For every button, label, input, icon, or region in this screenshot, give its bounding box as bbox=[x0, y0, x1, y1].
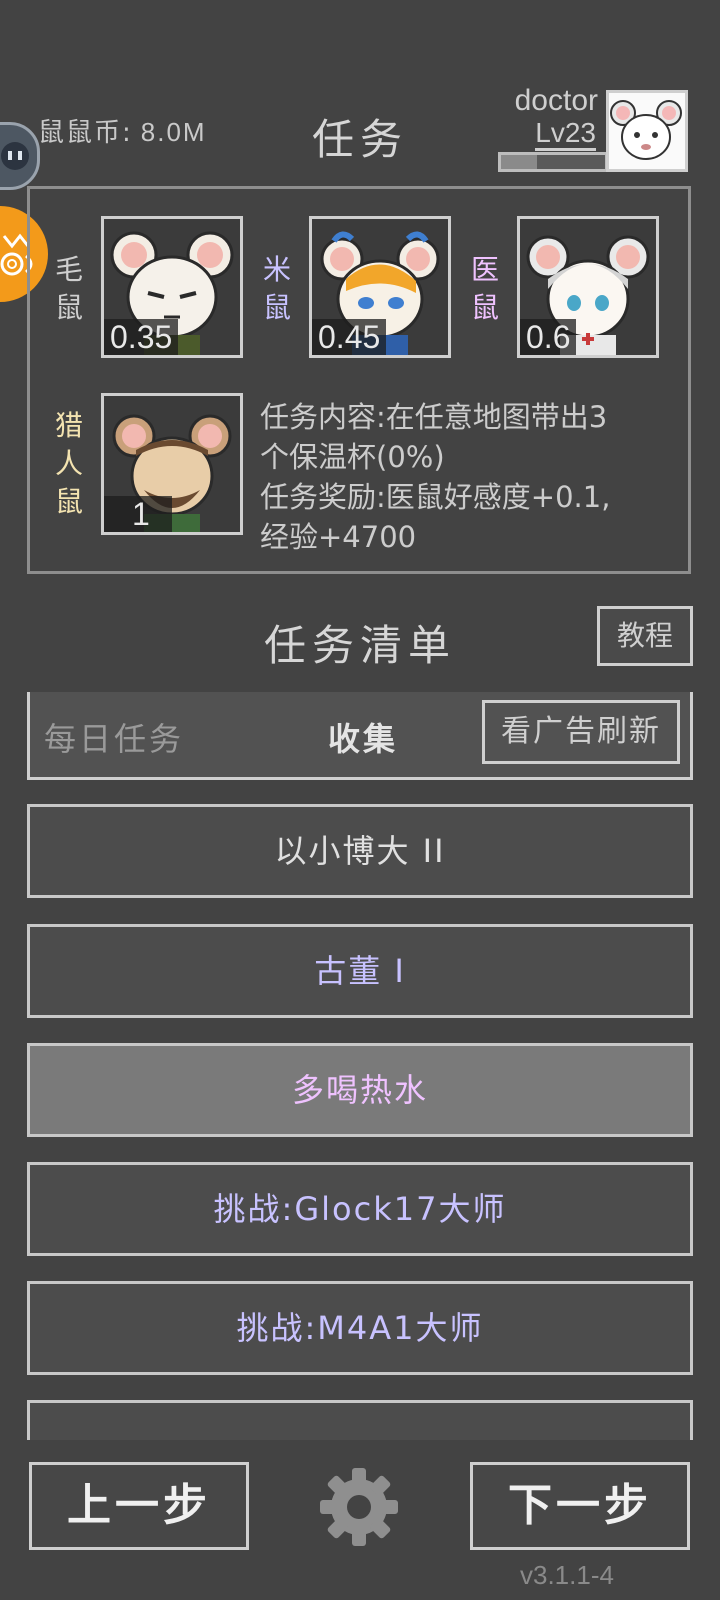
task-item-selected[interactable]: 多喝热水 bbox=[27, 1043, 693, 1137]
white-rat-avatar-icon bbox=[609, 93, 685, 169]
xp-fill bbox=[501, 155, 538, 169]
version-label: v3.1.1-4 bbox=[520, 1560, 614, 1590]
task-panel: 毛鼠 0.35 米鼠 0.45 医 鼠 0.6 猎 人 鼠 1 任务内容:在任意… bbox=[27, 186, 691, 574]
task-description: 任务内容:在任意地图带出3 个保温杯(0%) 任务奖励:医鼠好感度+0.1, 经… bbox=[260, 397, 680, 557]
task-reward-line: 经验+4700 bbox=[260, 520, 417, 554]
affinity-value: 0.45 bbox=[312, 319, 387, 355]
task-item-partial[interactable] bbox=[27, 1400, 693, 1440]
rat-portrait-yi[interactable]: 0.6 bbox=[517, 216, 659, 358]
affinity-value: 1 bbox=[104, 496, 172, 532]
avatar[interactable] bbox=[606, 90, 688, 172]
previous-step-button[interactable]: 上一步 bbox=[29, 1462, 249, 1550]
tutorial-button[interactable]: 教程 bbox=[597, 606, 693, 666]
affinity-value: 0.6 bbox=[520, 319, 577, 355]
task-item[interactable]: 古董 I bbox=[27, 924, 693, 1018]
rat-portrait-mi[interactable]: 0.45 bbox=[309, 216, 451, 358]
task-reward-line: 任务奖励:医鼠好感度+0.1, bbox=[260, 480, 611, 514]
settings-button[interactable] bbox=[314, 1462, 404, 1552]
rat-portrait-mao[interactable]: 0.35 bbox=[101, 216, 243, 358]
robot-icon bbox=[1, 142, 29, 170]
rat-name-label: 毛鼠 bbox=[54, 253, 83, 324]
rat-name-label: 医鼠 bbox=[470, 253, 499, 324]
watch-ad-refresh-button[interactable]: 看广告刷新 bbox=[482, 700, 680, 764]
task-content-line: 任务内容:在任意地图带出3 bbox=[260, 400, 608, 434]
task-list[interactable]: 以小博大 II 古董 I 多喝热水 挑战:Glock17大师 挑战:M4A1大师 bbox=[27, 804, 693, 1440]
username: doctor bbox=[514, 84, 598, 117]
tab-daily-tasks[interactable]: 每日任务 bbox=[44, 714, 184, 760]
chat-button[interactable] bbox=[0, 122, 40, 190]
coin-label: 鼠鼠币: bbox=[38, 118, 133, 148]
gear-icon bbox=[320, 1468, 398, 1546]
coin-value: 8.0M bbox=[140, 117, 207, 147]
rat-name-label: 猎人鼠 bbox=[54, 409, 83, 518]
task-item[interactable]: 挑战:M4A1大师 bbox=[27, 1281, 693, 1375]
task-item[interactable]: 以小博大 II bbox=[27, 804, 693, 898]
affinity-value: 0.35 bbox=[104, 319, 179, 355]
coin-balance: 鼠鼠币: 8.0M bbox=[38, 112, 207, 149]
tab-collect[interactable]: 收集 bbox=[328, 714, 398, 760]
task-item[interactable]: 挑战:Glock17大师 bbox=[27, 1162, 693, 1256]
task-list-title: 任务清单 bbox=[263, 621, 456, 670]
rat-portrait-hunter[interactable]: 1 bbox=[101, 393, 243, 535]
user-level: Lv23 bbox=[535, 118, 596, 151]
xp-bar bbox=[498, 152, 608, 172]
task-content-line: 个保温杯(0%) bbox=[260, 440, 445, 474]
next-step-button[interactable]: 下一步 bbox=[470, 1462, 690, 1550]
page-title: 任务 bbox=[311, 115, 408, 164]
task-tabs: 每日任务 收集 看广告刷新 bbox=[27, 692, 693, 780]
rat-name-label: 米鼠 bbox=[262, 253, 291, 324]
